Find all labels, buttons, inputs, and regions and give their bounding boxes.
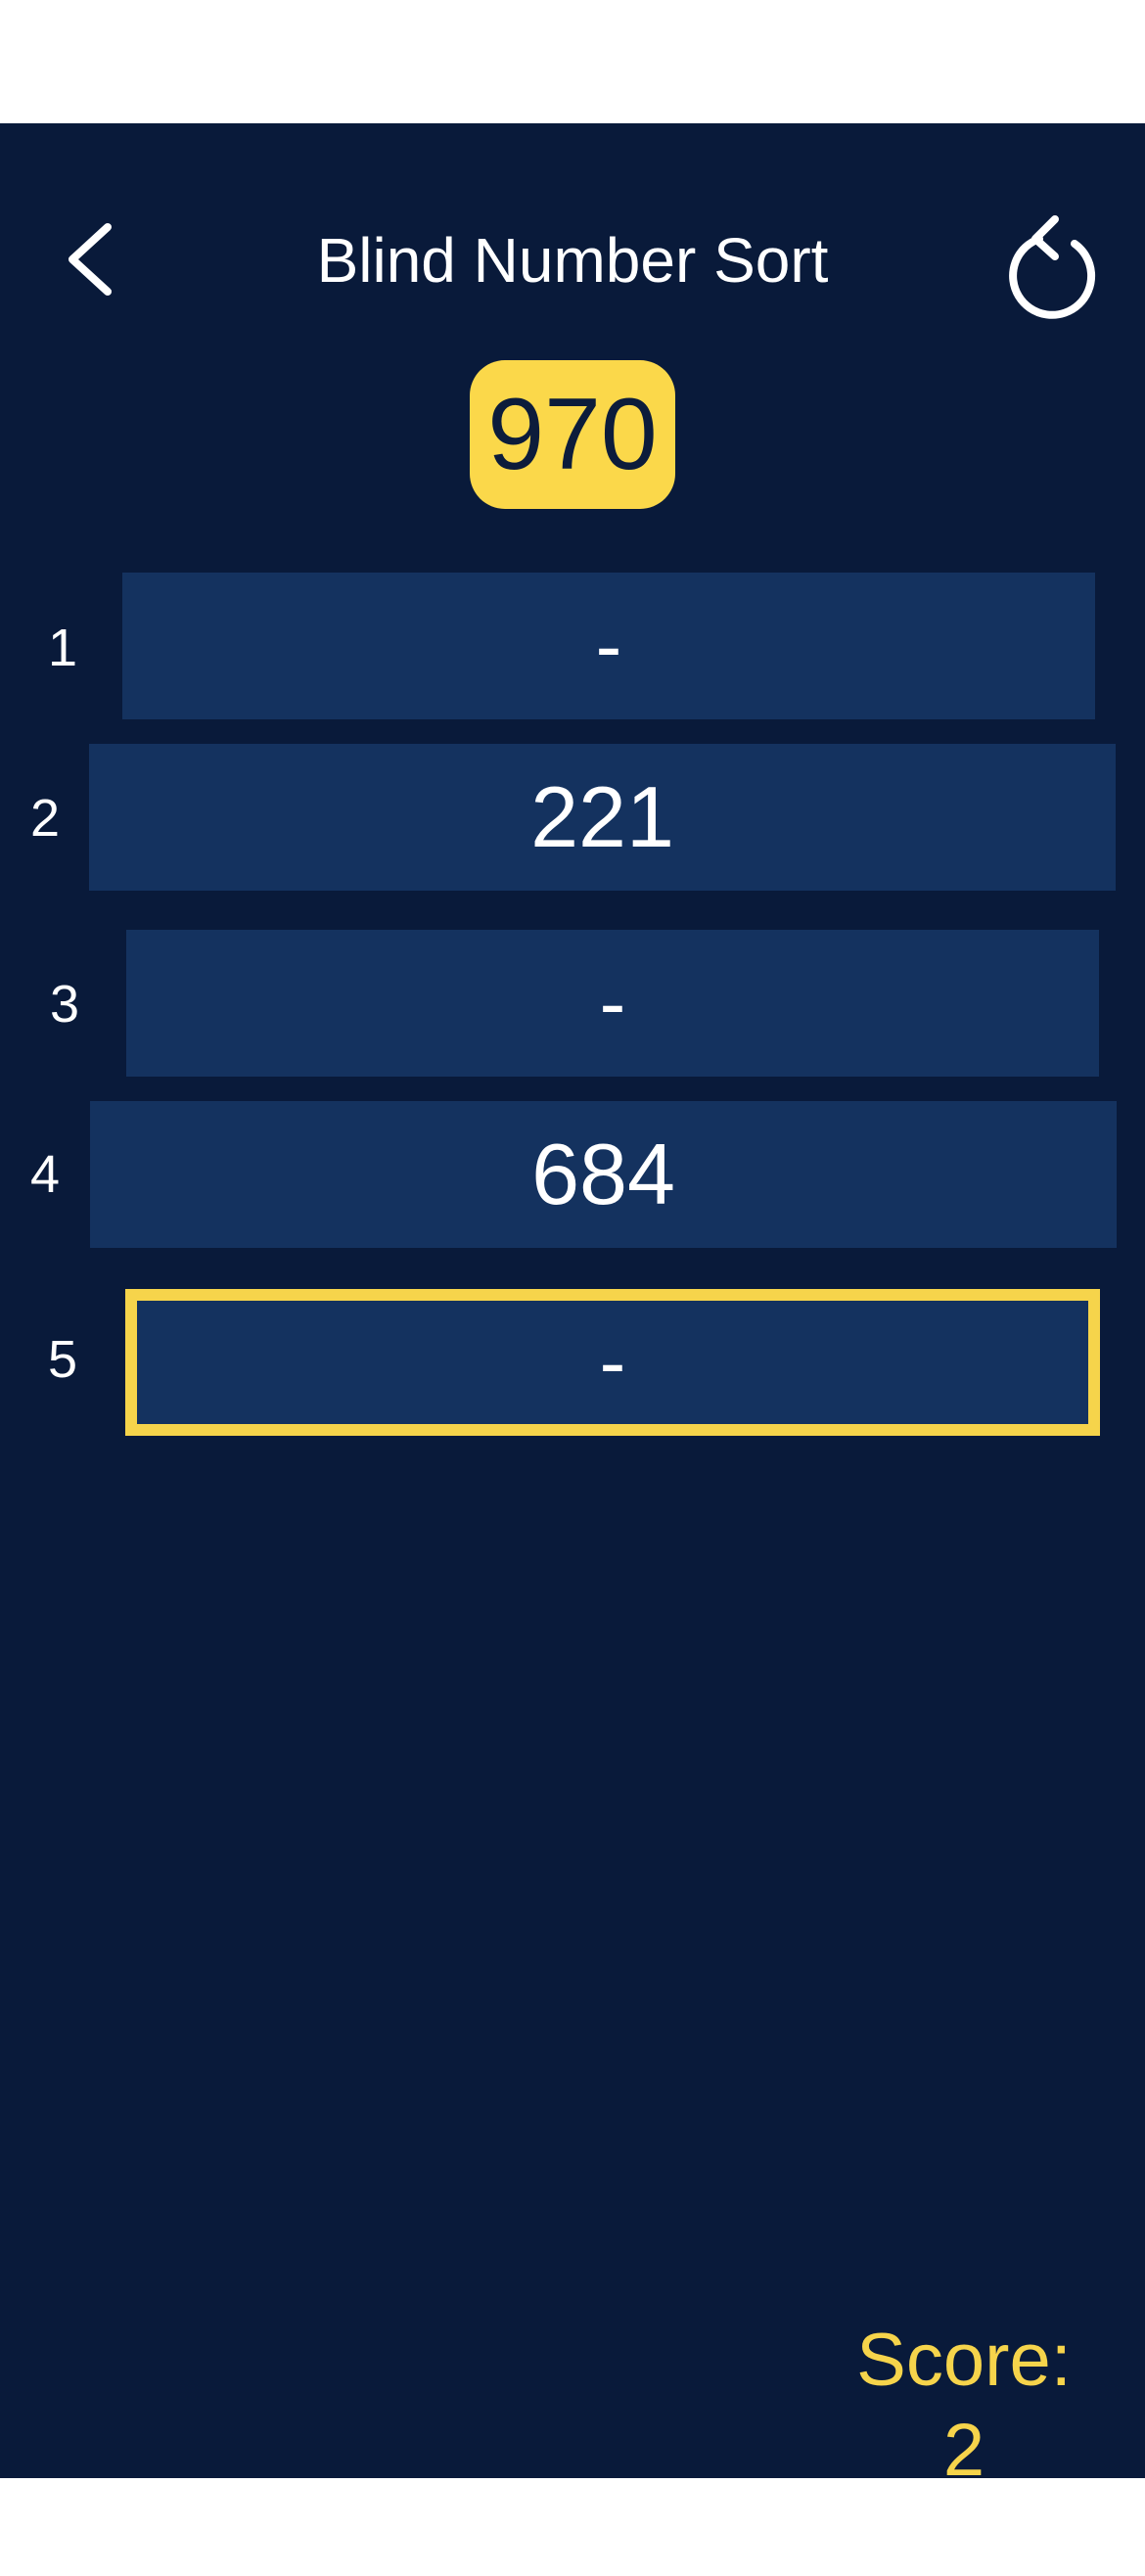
slot-index-5: 5	[47, 1330, 78, 1389]
reset-button[interactable]	[998, 211, 1106, 319]
current-number-badge: 970	[470, 360, 675, 509]
slot-index-2: 2	[29, 789, 61, 848]
status-bar	[0, 0, 1145, 123]
chevron-left-icon	[69, 223, 112, 296]
game-screen: Blind Number Sort 970 1 - 2 221 3 - 4 68…	[0, 123, 1145, 2576]
back-button[interactable]	[57, 215, 125, 303]
score-value: 2	[942, 2409, 985, 2492]
slot-2[interactable]: 221	[89, 744, 1116, 891]
slot-3[interactable]: -	[126, 930, 1099, 1077]
slot-index-1: 1	[47, 619, 78, 677]
slot-index-4: 4	[29, 1145, 61, 1204]
page-title: Blind Number Sort	[316, 225, 829, 296]
rotate-ccw-icon	[1009, 215, 1096, 319]
slot-4[interactable]: 684	[90, 1101, 1117, 1248]
score-label: Score:	[856, 2319, 1072, 2402]
score-display: Score: 2	[842, 2316, 1086, 2496]
slot-index-3: 3	[49, 975, 80, 1034]
home-indicator[interactable]	[370, 2562, 777, 2576]
slot-5-selected[interactable]: -	[125, 1289, 1100, 1436]
slot-1[interactable]: -	[122, 573, 1095, 719]
